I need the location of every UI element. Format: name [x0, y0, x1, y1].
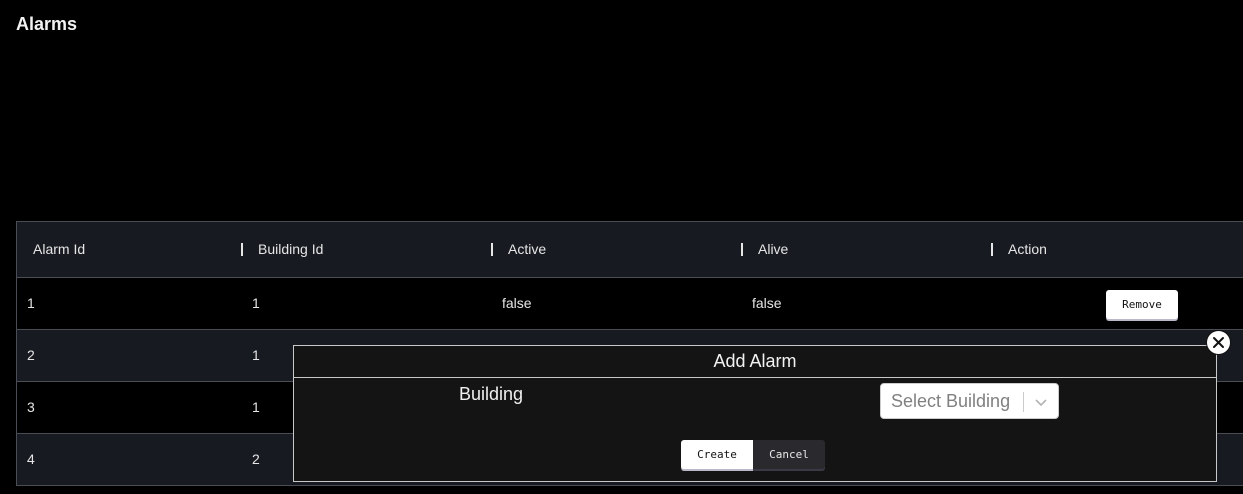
column-resize-handle[interactable] [491, 243, 493, 256]
cell-alive: false [752, 295, 782, 311]
column-header-active[interactable]: Active [508, 222, 546, 277]
cancel-button[interactable]: Cancel [753, 440, 825, 469]
cell-building-id: 1 [252, 295, 260, 311]
building-select-placeholder: Select Building [891, 391, 1011, 411]
building-field-label: Building [459, 384, 524, 404]
cell-alarm-id: 4 [27, 451, 35, 467]
cell-building-id: 1 [252, 347, 260, 363]
column-header-action[interactable]: Action [1008, 222, 1047, 277]
column-resize-handle[interactable] [991, 243, 993, 256]
cell-building-id: 1 [252, 399, 260, 415]
cell-alarm-id: 1 [27, 295, 35, 311]
column-header-alarm-id[interactable]: Alarm Id [33, 222, 85, 277]
column-header-alive[interactable]: Alive [758, 222, 788, 277]
column-resize-handle[interactable] [741, 243, 743, 256]
cell-active: false [502, 295, 532, 311]
table-header: Alarm Id Building Id Active Alive Action [17, 222, 1243, 278]
column-resize-handle[interactable] [241, 243, 243, 256]
remove-button[interactable]: Remove [1106, 290, 1178, 319]
close-dialog-button[interactable] [1206, 330, 1231, 355]
cell-alarm-id: 3 [27, 399, 35, 415]
dialog-title: Add Alarm [294, 346, 1216, 378]
page-title: Alarms [16, 14, 78, 34]
column-header-building-id[interactable]: Building Id [258, 222, 323, 277]
building-select[interactable]: Select Building [880, 383, 1059, 419]
add-alarm-dialog: Add Alarm Building Select Building Creat… [293, 345, 1217, 482]
cell-building-id: 2 [252, 451, 260, 467]
cell-alarm-id: 2 [27, 347, 35, 363]
close-icon [1213, 337, 1224, 348]
create-button[interactable]: Create [681, 440, 753, 469]
table-row: 1 1 false false Remove [17, 278, 1243, 330]
select-divider [1023, 392, 1024, 412]
chevron-down-icon[interactable] [1034, 395, 1048, 409]
